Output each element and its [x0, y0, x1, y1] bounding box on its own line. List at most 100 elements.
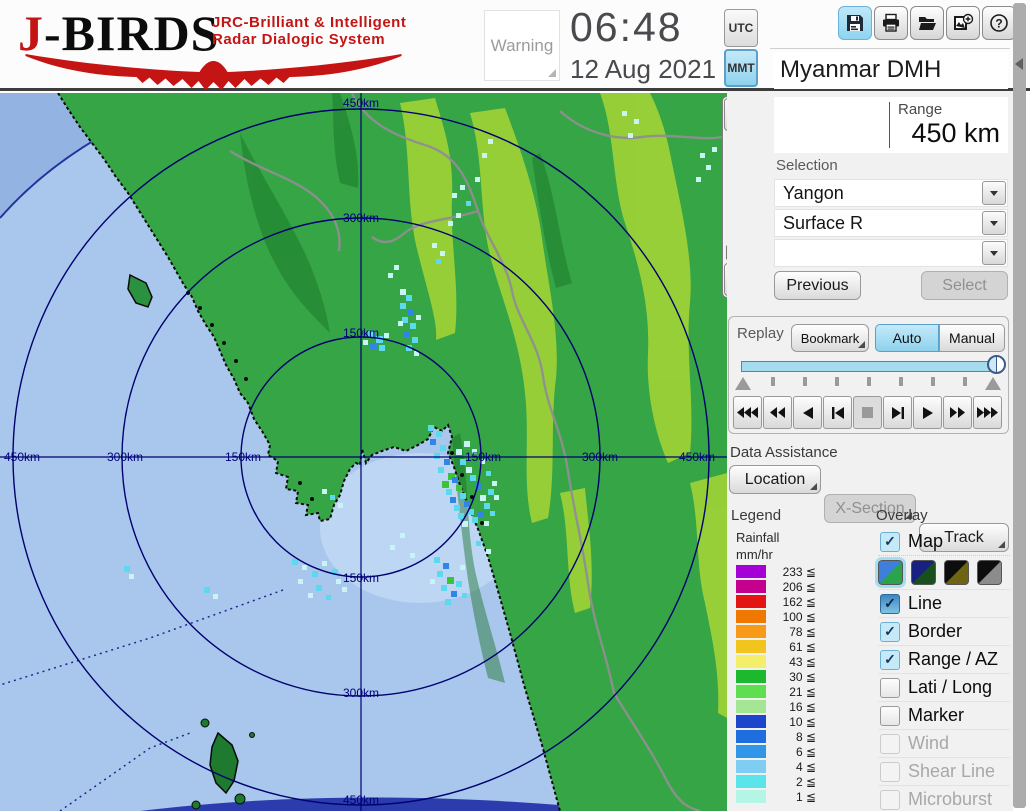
option-dropdown-arrow-icon[interactable] [982, 241, 1006, 265]
overlay-item-range-az[interactable]: ✓Range / AZ [878, 646, 1010, 674]
legend-color-swatch [736, 775, 766, 788]
previous-button[interactable]: Previous [774, 271, 861, 300]
rain-cell [394, 265, 399, 270]
add-image-button[interactable] [946, 6, 980, 40]
fast-rewind-button[interactable] [733, 396, 762, 429]
replay-range-end-marker[interactable] [985, 377, 1001, 390]
radar-map[interactable]: 450km300km150km150km300km450km450km300km… [0, 93, 727, 811]
replay-range-start-marker[interactable] [735, 377, 751, 390]
checkbox[interactable] [880, 762, 900, 782]
legend-color-swatch [736, 670, 766, 683]
overlay-item-border[interactable]: ✓Border [878, 618, 1010, 646]
step-back-icon [832, 407, 844, 419]
rain-cell [436, 431, 442, 437]
legend-color-swatch [736, 730, 766, 743]
overlay-label: Microburst [908, 789, 992, 810]
overlay-item-lati-long[interactable]: Lati / Long [878, 674, 1010, 702]
legend-entry: 61 ≦ [736, 639, 816, 654]
logo-subtitle-line2: Radar Dialogic System [212, 31, 406, 48]
map-style-black-olive[interactable] [944, 560, 969, 585]
rain-cell [622, 111, 627, 116]
legend-value: 16 ≦ [766, 700, 816, 714]
rain-cell [436, 259, 441, 264]
checkbox[interactable] [880, 790, 900, 810]
checkbox[interactable]: ✓ [880, 594, 900, 614]
overlay-item-map[interactable]: ✓Map [878, 528, 1010, 556]
legend-unit: Rainfall mm/hr [736, 529, 779, 563]
range-ring-label: 450km [679, 450, 715, 464]
replay-tick [899, 377, 903, 386]
utc-button[interactable]: UTC [724, 9, 758, 47]
overlay-item-shear-line[interactable]: Shear Line [878, 758, 1010, 786]
reverse-play-button[interactable] [793, 396, 822, 429]
rain-cell [432, 243, 437, 248]
select-button[interactable]: Select [921, 271, 1008, 300]
print-button[interactable] [874, 6, 908, 40]
site-dropdown[interactable]: Yangon [774, 179, 1008, 207]
rain-cell [456, 213, 461, 218]
map-style-navy-darkgreen[interactable] [911, 560, 936, 585]
replay-tick [771, 377, 775, 386]
checkbox[interactable] [880, 706, 900, 726]
replay-slider-handle[interactable] [987, 355, 1006, 374]
fast-forward-button[interactable] [943, 396, 972, 429]
option-dropdown[interactable] [774, 239, 1008, 267]
rain-cell [308, 593, 313, 598]
checkbox[interactable] [880, 678, 900, 698]
legend-title: Legend [731, 507, 781, 524]
rain-cell [213, 594, 218, 599]
checkbox[interactable]: ✓ [880, 650, 900, 670]
reverse-play-icon [803, 407, 813, 419]
eagle-icon [16, 48, 411, 92]
legend-value: 6 ≦ [766, 745, 816, 759]
rain-cell [452, 193, 457, 198]
fastest-forward-button[interactable] [973, 396, 1002, 429]
site-dropdown-arrow-icon[interactable] [982, 181, 1006, 205]
replay-slider-track[interactable] [741, 361, 999, 372]
legend-entry: 1 ≦ [736, 789, 816, 804]
overlay-item-marker[interactable]: Marker [878, 702, 1010, 730]
product-dropdown[interactable]: Surface R [774, 209, 1008, 237]
rain-cell [441, 585, 447, 591]
rewind-button[interactable] [763, 396, 792, 429]
warning-button[interactable]: Warning [484, 10, 560, 81]
legend-value: 4 ≦ [766, 760, 816, 774]
rain-cell [448, 221, 453, 226]
selection-label: Selection [776, 157, 838, 174]
rain-cell [462, 593, 467, 598]
rain-cell [456, 449, 462, 455]
checkbox[interactable]: ✓ [880, 622, 900, 642]
mmt-button[interactable]: MMT [724, 49, 758, 87]
replay-label: Replay [737, 325, 784, 342]
rain-cell [129, 574, 134, 579]
location-button[interactable]: Location [729, 465, 821, 494]
panel-collapse-strip[interactable] [1013, 3, 1026, 808]
auto-mode-button[interactable]: Auto [875, 324, 939, 352]
play-button[interactable] [913, 396, 942, 429]
step-back-button[interactable] [823, 396, 852, 429]
rain-cell [456, 485, 462, 491]
stop-button[interactable] [853, 396, 882, 429]
manual-mode-button[interactable]: Manual [939, 324, 1005, 352]
checkbox[interactable]: ✓ [880, 532, 900, 552]
logo-subtitle-line1: JRC-Brilliant & Intelligent [212, 14, 406, 31]
legend-value: 206 ≦ [766, 580, 816, 594]
overlay-item-wind[interactable]: Wind [878, 730, 1010, 758]
rain-cell [462, 521, 468, 527]
range-ring-label: 450km [4, 450, 40, 464]
help-button[interactable]: ? [982, 6, 1016, 40]
map-style-black-grey[interactable] [977, 560, 1002, 585]
save-button[interactable] [838, 6, 872, 40]
map-style-blue-green[interactable] [878, 560, 903, 585]
overlay-item-line[interactable]: ✓Line [878, 590, 1010, 618]
checkbox[interactable] [880, 734, 900, 754]
range-ring-label: 150km [343, 571, 379, 585]
product-dropdown-arrow-icon[interactable] [982, 211, 1006, 235]
overlay-label: Marker [908, 705, 964, 726]
step-forward-button[interactable] [883, 396, 912, 429]
legend-entry: 233 ≦ [736, 564, 816, 579]
bookmark-button[interactable]: Bookmark [791, 324, 869, 352]
open-folder-button[interactable] [910, 6, 944, 40]
legend-entry: 100 ≦ [736, 609, 816, 624]
overlay-item-microburst[interactable]: Microburst [878, 786, 1010, 811]
